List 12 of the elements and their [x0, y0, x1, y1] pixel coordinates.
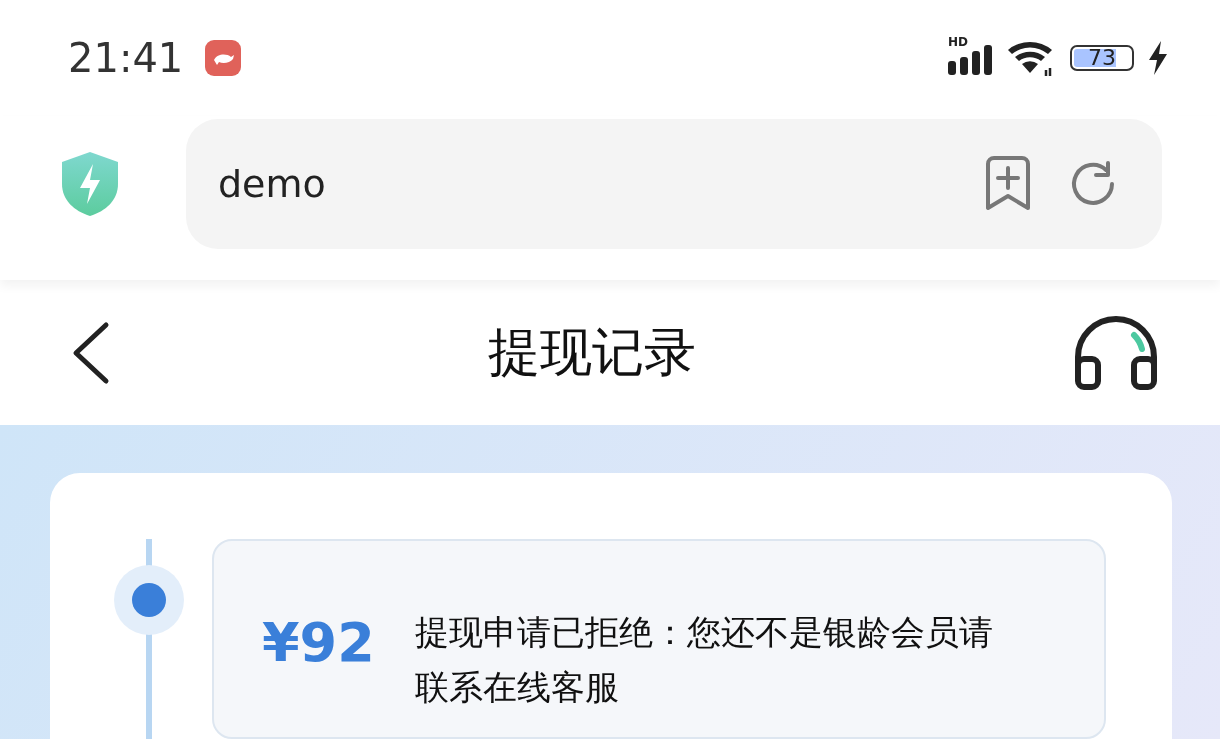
withdrawal-amount: ¥92 — [262, 611, 375, 674]
headset-icon[interactable] — [1074, 314, 1158, 391]
withdrawal-message: 提现申请已拒绝：您还不是银龄会员请联系在线客服 — [414, 611, 994, 709]
bookmark-add-icon[interactable] — [984, 156, 1032, 213]
page-title: 提现记录 — [488, 320, 696, 384]
status-time: 21:41 — [68, 34, 184, 81]
charging-bolt-icon — [1148, 40, 1168, 75]
battery-indicator: 73 — [1070, 44, 1134, 71]
address-bar[interactable]: demo — [186, 119, 1162, 250]
address-text: demo — [218, 162, 327, 207]
app-notification-icon — [205, 39, 242, 76]
shield-bolt-icon — [62, 152, 118, 217]
